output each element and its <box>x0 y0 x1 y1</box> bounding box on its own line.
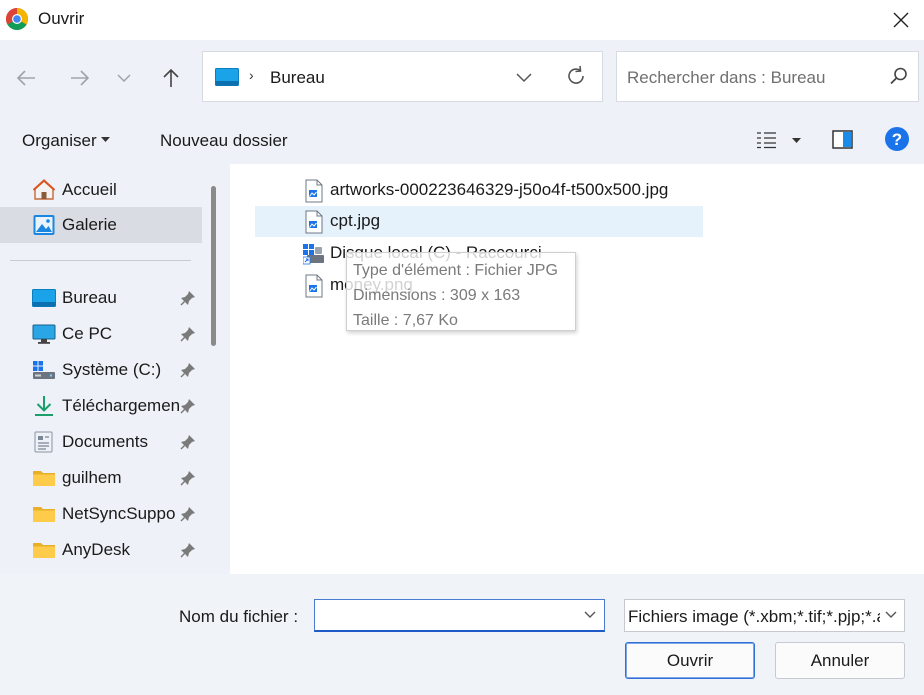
address-bar[interactable]: › Bureau <box>202 51 603 102</box>
chevron-down-icon[interactable] <box>584 609 596 621</box>
file-list: artworks-000223646329-j50o4f-t500x500.jp… <box>230 164 924 574</box>
cancel-button[interactable]: Annuler <box>775 642 905 679</box>
refresh-icon[interactable] <box>565 64 587 88</box>
command-bar: Organiser Nouveau dossier ? <box>0 116 924 164</box>
navigation-bar: › Bureau Rechercher dans : Bureau <box>0 40 924 116</box>
sidebar-item-label: guilhem <box>62 468 122 487</box>
breadcrumb-separator: › <box>249 67 254 83</box>
sidebar-item-label: Accueil <box>62 180 117 199</box>
navigation-pane: Accueil Galerie Bureau Ce PC Système (C:… <box>0 164 230 574</box>
up-button[interactable] <box>153 60 189 96</box>
pin-icon[interactable] <box>180 290 196 306</box>
pin-icon[interactable] <box>180 470 196 486</box>
breadcrumb-current[interactable]: Bureau <box>270 68 325 88</box>
window-title: Ouvrir <box>38 9 85 28</box>
image-file-icon <box>305 274 323 298</box>
sidebar-item-anydesk[interactable]: AnyDesk <box>0 532 202 568</box>
preview-pane-icon[interactable] <box>832 130 854 150</box>
sidebar-item-accueil[interactable]: Accueil <box>0 172 202 208</box>
arrow-up-icon <box>163 68 179 87</box>
sidebar-item-label: AnyDesk <box>62 540 131 559</box>
image-file-icon <box>305 179 323 203</box>
file-item-selected[interactable]: cpt.jpg <box>255 206 703 237</box>
sidebar-item-ce-pc[interactable]: Ce PC <box>0 316 202 352</box>
chevron-down-icon <box>885 611 897 618</box>
image-file-icon <box>305 210 323 234</box>
svg-text:?: ? <box>892 130 902 149</box>
download-icon <box>35 396 53 416</box>
shortcut-icon <box>303 244 324 265</box>
desktop-icon <box>215 68 239 86</box>
sidebar-item-label: Bureau <box>62 288 117 307</box>
pin-icon[interactable] <box>180 542 196 558</box>
pin-icon[interactable] <box>180 398 196 414</box>
sidebar-item-label: NetSyncSuppo <box>62 504 176 523</box>
tooltip-size: Taille : 7,67 Ko <box>353 312 458 329</box>
filename-input[interactable] <box>314 599 605 632</box>
back-button[interactable] <box>8 60 44 96</box>
tooltip-type: Type d'élément : Fichier JPG <box>353 262 558 279</box>
help-icon[interactable]: ? <box>884 126 910 152</box>
sidebar-item-systeme[interactable]: Système (C:) <box>0 352 202 388</box>
sidebar-item-label: Galerie <box>62 215 117 234</box>
recent-locations-button[interactable] <box>106 60 142 96</box>
search-placeholder: Rechercher dans : Bureau <box>627 68 826 87</box>
chrome-icon <box>6 8 28 30</box>
file-name: artworks-000223646329-j50o4f-t500x500.jp… <box>330 180 669 199</box>
sidebar-item-label: Ce PC <box>62 324 113 343</box>
desktop-icon <box>32 289 56 307</box>
sidebar-item-label: Documents <box>62 432 148 451</box>
search-icon <box>890 67 907 85</box>
pin-icon[interactable] <box>180 326 196 342</box>
open-button[interactable]: Ouvrir <box>625 642 755 679</box>
sidebar-item-label: Téléchargemen <box>62 396 181 415</box>
chevron-down-icon[interactable] <box>515 65 533 89</box>
arrow-right-icon <box>71 70 90 86</box>
file-info-tooltip: Type d'élément : Fichier JPG Dimensions … <box>346 252 576 331</box>
organize-button[interactable]: Organiser <box>22 131 111 151</box>
title-bar: Ouvrir <box>0 0 924 40</box>
home-icon <box>32 179 56 200</box>
details-view-icon <box>757 132 776 149</box>
search-box[interactable]: Rechercher dans : Bureau <box>616 51 919 102</box>
pin-icon[interactable] <box>180 434 196 450</box>
folder-icon <box>33 507 55 522</box>
close-button[interactable] <box>878 0 924 40</box>
gallery-icon <box>33 215 55 235</box>
sidebar-item-telechargements[interactable]: Téléchargemen <box>0 388 202 424</box>
file-type-select[interactable]: Fichiers image (*.xbm;*.tif;*.pjp;*.apng… <box>624 599 905 632</box>
folder-icon <box>33 471 55 486</box>
dialog-footer: Nom du fichier : Fichiers image (*.xbm;*… <box>0 574 924 695</box>
sidebar-item-galerie[interactable]: Galerie <box>0 207 202 243</box>
close-icon <box>893 12 909 28</box>
new-folder-button[interactable]: Nouveau dossier <box>160 131 288 151</box>
sidebar-item-bureau[interactable]: Bureau <box>0 280 202 316</box>
sidebar-item-label: Système (C:) <box>62 360 162 379</box>
folder-icon <box>33 543 55 558</box>
arrow-left-icon <box>16 70 35 86</box>
sidebar-item-guilhem[interactable]: guilhem <box>0 460 202 496</box>
file-item[interactable]: artworks-000223646329-j50o4f-t500x500.jp… <box>255 175 703 206</box>
sidebar-item-documents[interactable]: Documents <box>0 424 202 460</box>
sidebar-item-netsyncsupport[interactable]: NetSyncSuppo <box>0 496 202 532</box>
pin-icon[interactable] <box>180 362 196 378</box>
file-type-value: Fichiers image (*.xbm;*.tif;*.pjp;*.apng… <box>628 607 880 626</box>
monitor-icon <box>32 324 56 344</box>
sidebar-scrollbar[interactable] <box>211 186 216 346</box>
tooltip-dimensions: Dimensions : 309 x 163 <box>353 287 521 304</box>
forward-button[interactable] <box>62 60 98 96</box>
pin-icon[interactable] <box>180 506 196 522</box>
chevron-down-icon <box>117 74 131 82</box>
sidebar-divider <box>10 260 191 261</box>
caret-down-icon <box>792 138 801 143</box>
documents-icon <box>34 431 53 453</box>
file-name: cpt.jpg <box>330 211 381 230</box>
drive-icon <box>33 361 55 379</box>
caret-down-icon <box>101 137 111 142</box>
view-options-button[interactable] <box>752 128 804 154</box>
filename-label: Nom du fichier : <box>179 607 299 626</box>
